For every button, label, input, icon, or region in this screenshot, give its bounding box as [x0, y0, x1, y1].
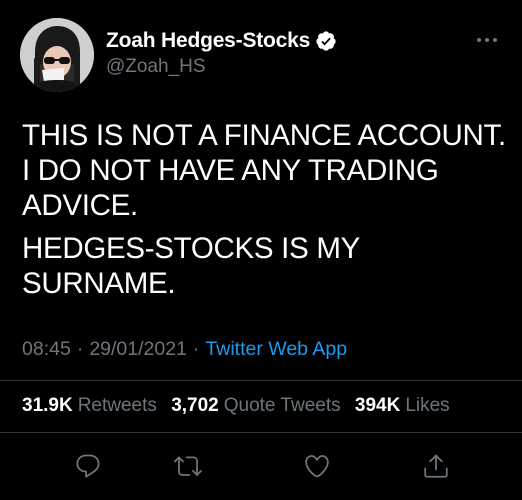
tweet-text-paragraph-1: THIS IS NOT A FINANCE ACCOUNT. I DO NOT …	[22, 119, 506, 222]
retweets-stat[interactable]: 31.9K Retweets	[22, 395, 157, 416]
retweet-icon	[174, 456, 202, 476]
likes-label: Likes	[405, 395, 450, 416]
divider	[0, 432, 522, 433]
share-button[interactable]	[416, 446, 456, 486]
verified-badge-icon	[315, 30, 337, 52]
avatar-image	[20, 18, 94, 92]
meta-separator: ·	[76, 338, 84, 360]
tweet-time[interactable]: 08:45	[22, 338, 71, 360]
like-icon	[305, 455, 329, 478]
divider	[0, 380, 522, 381]
tweet-text-paragraph-2: HEDGES-STOCKS IS MY SURNAME.	[22, 232, 360, 300]
quote-tweets-count: 3,702	[171, 395, 219, 416]
tweet-text: THIS IS NOT A FINANCE ACCOUNT. I DO NOT …	[22, 118, 506, 301]
tweet-stats: 31.9K Retweets 3,702 Quote Tweets 394K Like…	[22, 395, 459, 417]
retweets-label: Retweets	[77, 395, 157, 416]
avatar[interactable]	[20, 18, 94, 92]
likes-stat[interactable]: 394K Likes	[355, 395, 450, 416]
reply-button[interactable]	[68, 446, 108, 486]
tweet: Zoah Hedges-Stocks @Zoah_HS THIS IS NOT …	[0, 0, 522, 500]
tweet-meta: 08:45 · 29/01/2021 · Twitter Web App	[22, 338, 347, 361]
more-icon[interactable]	[476, 32, 498, 42]
share-icon	[424, 454, 448, 478]
retweet-button[interactable]	[168, 446, 208, 486]
quote-tweets-label: Quote Tweets	[223, 395, 341, 416]
meta-separator: ·	[192, 338, 200, 360]
like-button[interactable]	[297, 446, 337, 486]
quote-tweets-stat[interactable]: 3,702 Quote Tweets	[171, 395, 340, 416]
tweet-date[interactable]: 29/01/2021	[89, 338, 187, 360]
tweet-source-link[interactable]: Twitter Web App	[205, 338, 347, 360]
author-name-row: Zoah Hedges-Stocks	[106, 28, 337, 54]
reply-icon	[76, 454, 100, 478]
author-handle[interactable]: @Zoah_HS	[106, 56, 206, 78]
author-display-name[interactable]: Zoah Hedges-Stocks	[106, 29, 310, 53]
tweet-actions	[0, 446, 522, 486]
retweets-count: 31.9K	[22, 395, 73, 416]
likes-count: 394K	[354, 395, 401, 416]
